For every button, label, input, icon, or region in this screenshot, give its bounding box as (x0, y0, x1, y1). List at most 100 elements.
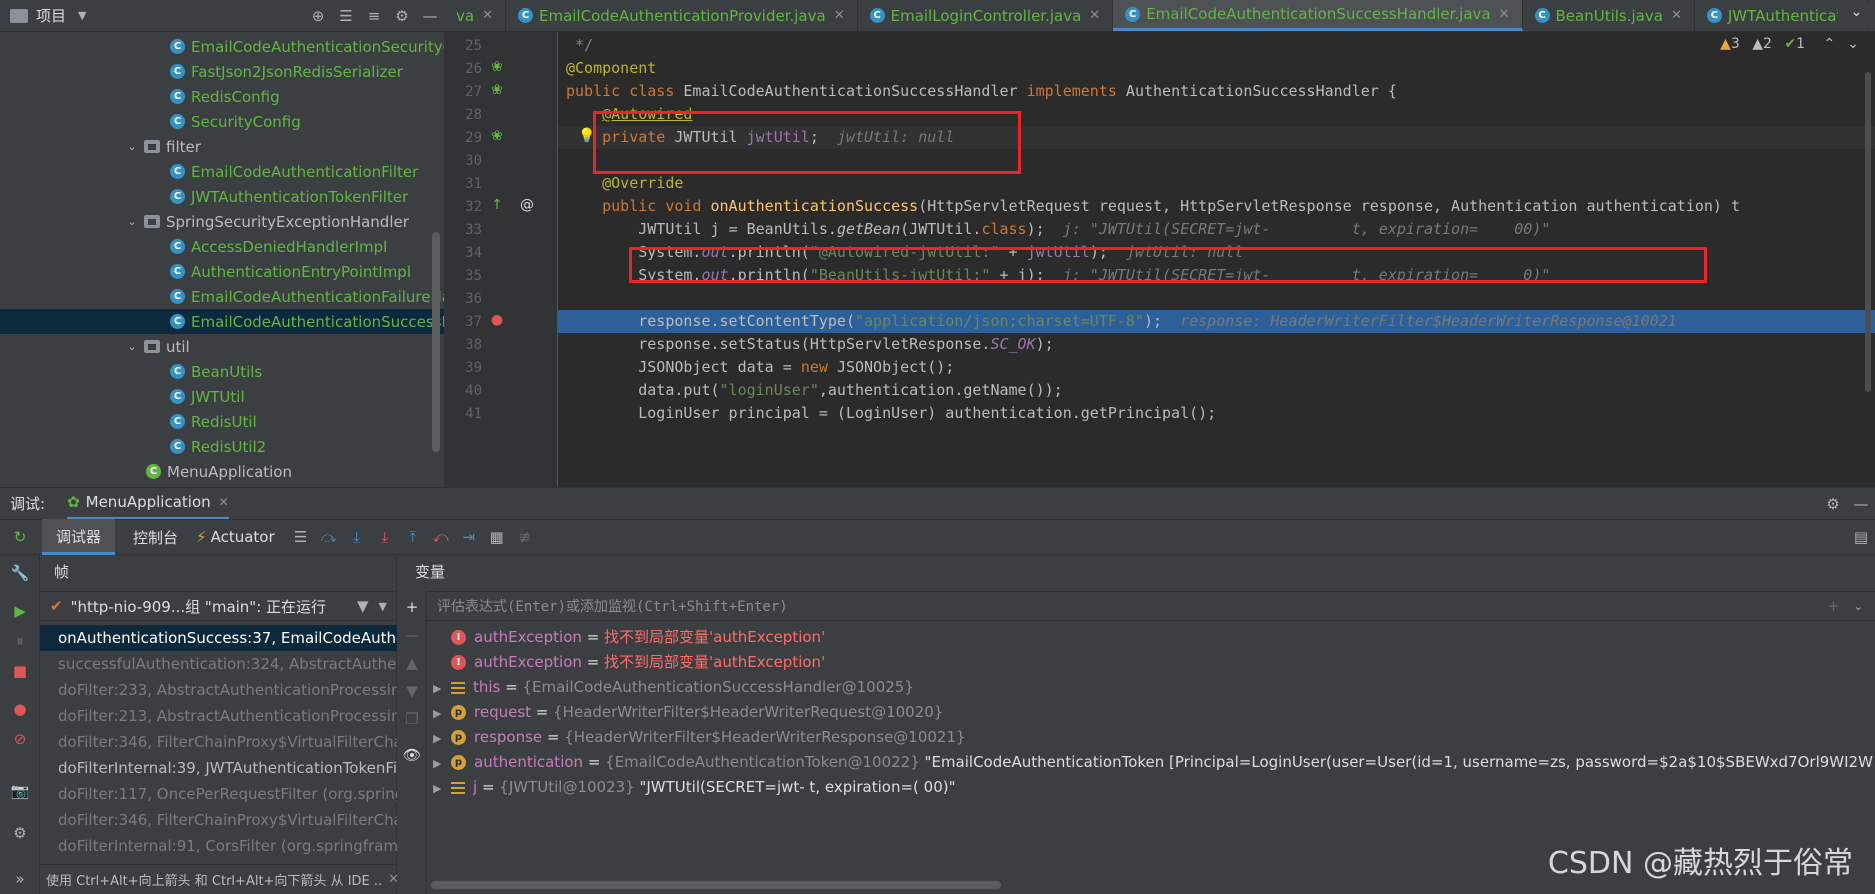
more-icon[interactable]: » (6, 865, 34, 893)
close-icon[interactable]: ✕ (482, 8, 493, 23)
close-icon[interactable]: ✕ (834, 8, 845, 23)
editor-tab[interactable]: va ✕ (444, 0, 506, 31)
filter-icon[interactable]: ▼ (357, 597, 369, 615)
stack-frame[interactable]: onAuthenticationSuccess:37, EmailCodeAut… (40, 625, 397, 651)
remove-watch-icon[interactable]: — (398, 621, 426, 649)
code-line[interactable]: public void onAuthenticationSuccess(Http… (558, 195, 1875, 218)
variable-row[interactable]: ▶ p response = {HeaderWriterFilter$HeaderW… (433, 725, 1873, 750)
bean-icon[interactable]: ❀ (488, 59, 506, 75)
collapse-all-icon[interactable]: ≡ (360, 2, 388, 30)
line-number[interactable]: 30 (444, 153, 482, 169)
tree-item[interactable]: C SecurityConfig (0, 109, 444, 134)
resume-icon[interactable]: ▶ (6, 597, 34, 625)
tree-item[interactable]: C JWTAuthenticationTokenFilter (0, 184, 444, 209)
line-number[interactable]: 25 (444, 38, 482, 54)
line-number[interactable]: 39 (444, 360, 482, 376)
tabs-dropdown-icon[interactable]: ⌄ (1838, 4, 1875, 28)
line-number[interactable]: 35 (444, 268, 482, 284)
crosshair-icon[interactable]: ⊕ (304, 2, 332, 30)
tree-item[interactable]: C EmailCodeAuthenticationFilter (0, 159, 444, 184)
expand-icon[interactable]: ▶ (433, 726, 451, 751)
evaluate-icon[interactable]: ▦ (483, 523, 511, 551)
eye-icon[interactable]: 👁 (398, 741, 426, 769)
tree-item[interactable]: ⌄ filter (0, 134, 444, 159)
stop-icon[interactable]: ■ (6, 657, 34, 685)
variable-row[interactable]: ▶ p request = {HeaderWriterFilter$HeaderWr… (433, 700, 1873, 725)
code-line[interactable]: response.setContentType("application/jso… (558, 310, 1875, 333)
chevron-down-icon[interactable]: ⌄ (124, 340, 140, 353)
code-line[interactable]: @Component (558, 57, 1875, 80)
line-number[interactable]: 29 (444, 130, 482, 146)
autowired-icon[interactable]: ❀ (488, 128, 506, 144)
tree-item[interactable]: ⌄ util (0, 334, 444, 359)
rerun-icon[interactable]: ↻ (6, 523, 34, 551)
thread-selector[interactable]: ✔ "http-nio-909...组 "main": 正在运行 ▼ ▼ (40, 591, 397, 621)
inspection-widget[interactable]: ▲3 ▲2 ✔1 ⌃ ⌄ (1720, 36, 1859, 52)
run-config-tab[interactable]: ✿ MenuApplication ✕ (67, 488, 229, 520)
code-line[interactable]: LoginUser principal = (LoginUser) authen… (558, 402, 1875, 425)
evaluate-expression-field[interactable]: 评估表达式(Enter)或添加监视(Ctrl+Shift+Enter) + ⌄ (427, 591, 1875, 621)
code-line[interactable]: JSONObject data = new JSONObject(); (558, 356, 1875, 379)
tree-item[interactable]: C EmailCodeAuthenticationSuccessH (0, 309, 444, 334)
tree-item[interactable]: C RedisUtil2 (0, 434, 444, 459)
at-icon[interactable]: @ (520, 197, 534, 213)
chevron-down-icon[interactable]: ⌄ (124, 140, 140, 153)
tree-item[interactable]: C AccessDeniedHandlerImpl (0, 234, 444, 259)
expand-all-icon[interactable]: ☰ (332, 2, 360, 30)
line-number[interactable]: 37 (444, 314, 482, 330)
tree-scrollbar[interactable] (432, 232, 440, 452)
variable-row[interactable]: ▶ this = {EmailCodeAuthenticationSuccessH… (433, 675, 1873, 700)
variable-row[interactable]: ▶ p authentication = {EmailCodeAuthenticat… (433, 750, 1873, 775)
tab-console[interactable]: 控制台 (115, 527, 196, 548)
code-line[interactable]: */ (558, 34, 1875, 57)
run-to-cursor-icon[interactable]: ⇥ (455, 523, 483, 551)
stack-frame[interactable]: doFilterInternal:91, CorsFilter (org.spr… (40, 833, 397, 859)
expand-icon[interactable]: ▶ (433, 751, 451, 776)
stack-frame[interactable]: successfulAuthentication:324, AbstractAu… (40, 651, 397, 677)
breakpoint-icon[interactable]: ● (488, 312, 506, 328)
line-number[interactable]: 34 (444, 245, 482, 261)
lightbulb-icon[interactable]: 💡 (578, 128, 595, 144)
chevron-down-icon[interactable]: ⌄ (1854, 600, 1863, 613)
mute-breakpoints-icon[interactable]: ⊘ (6, 725, 34, 753)
add-watch-icon[interactable]: + (398, 593, 426, 621)
line-number[interactable]: 27 (444, 84, 482, 100)
horizontal-scrollbar[interactable] (431, 881, 1001, 889)
variable-row[interactable]: ▶ j = {JWTUtil@10023} "JWTUtil(SECRET=jwt… (433, 775, 1873, 800)
code-line[interactable]: public class EmailCodeAuthenticationSucc… (558, 80, 1875, 103)
tree-item[interactable]: C FastJson2JsonRedisSerializer (0, 59, 444, 84)
tree-item[interactable]: ⌄ SpringSecurityExceptionHandler (0, 209, 444, 234)
bean-icon[interactable]: ❀ (488, 82, 506, 98)
line-number[interactable]: 40 (444, 383, 482, 399)
project-title[interactable]: 项目 (36, 5, 66, 26)
tree-item[interactable]: C MenuApplication (0, 459, 444, 484)
close-icon[interactable]: ✕ (219, 495, 229, 509)
minimize-icon[interactable]: — (1847, 490, 1875, 518)
code-line[interactable]: response.setStatus(HttpServletResponse.S… (558, 333, 1875, 356)
variable-row[interactable]: ! authException = 找不到局部变量'authException' (433, 650, 1873, 675)
gear-icon[interactable]: ⚙ (6, 819, 34, 847)
camera-icon[interactable]: 📷 (6, 777, 34, 805)
editor-tab[interactable]: C EmailLoginController.java ✕ (858, 0, 1114, 31)
line-number[interactable]: 33 (444, 222, 482, 238)
close-icon[interactable]: ✕ (1499, 7, 1510, 22)
line-number[interactable]: 26 (444, 61, 482, 77)
tree-item[interactable]: C RedisUtil (0, 409, 444, 434)
expand-icon[interactable]: ▶ (433, 676, 451, 701)
force-step-into-icon[interactable]: ⤓ (371, 523, 399, 551)
minimize-icon[interactable]: — (416, 2, 444, 30)
stack-frame[interactable]: doFilterInternal:39, JWTAuthenticationTo… (40, 755, 397, 781)
editor-tab[interactable]: C EmailCodeAuthenticationProvider.java ✕ (506, 0, 858, 31)
code-line[interactable]: @Override (558, 172, 1875, 195)
tab-debugger[interactable]: 调试器 (42, 519, 116, 555)
step-into-icon[interactable]: ⤓ (343, 523, 371, 551)
duplicate-icon[interactable]: ❐ (398, 705, 426, 733)
restore-layout-icon[interactable]: ▤ (1847, 523, 1875, 551)
tree-item[interactable]: C BeanUtils (0, 359, 444, 384)
editor-tab[interactable]: C EmailCodeAuthenticationSuccessHandler.j… (1113, 0, 1523, 31)
expand-icon[interactable]: ▶ (433, 701, 451, 726)
stack-frame[interactable]: doFilter:213, AbstractAuthenticationProc… (40, 703, 397, 729)
expand-icon[interactable]: ▶ (433, 776, 451, 801)
stack-frame[interactable]: doFilter:346, FilterChainProxy$VirtualFi… (40, 729, 397, 755)
step-out-icon[interactable]: ⤒ (399, 523, 427, 551)
